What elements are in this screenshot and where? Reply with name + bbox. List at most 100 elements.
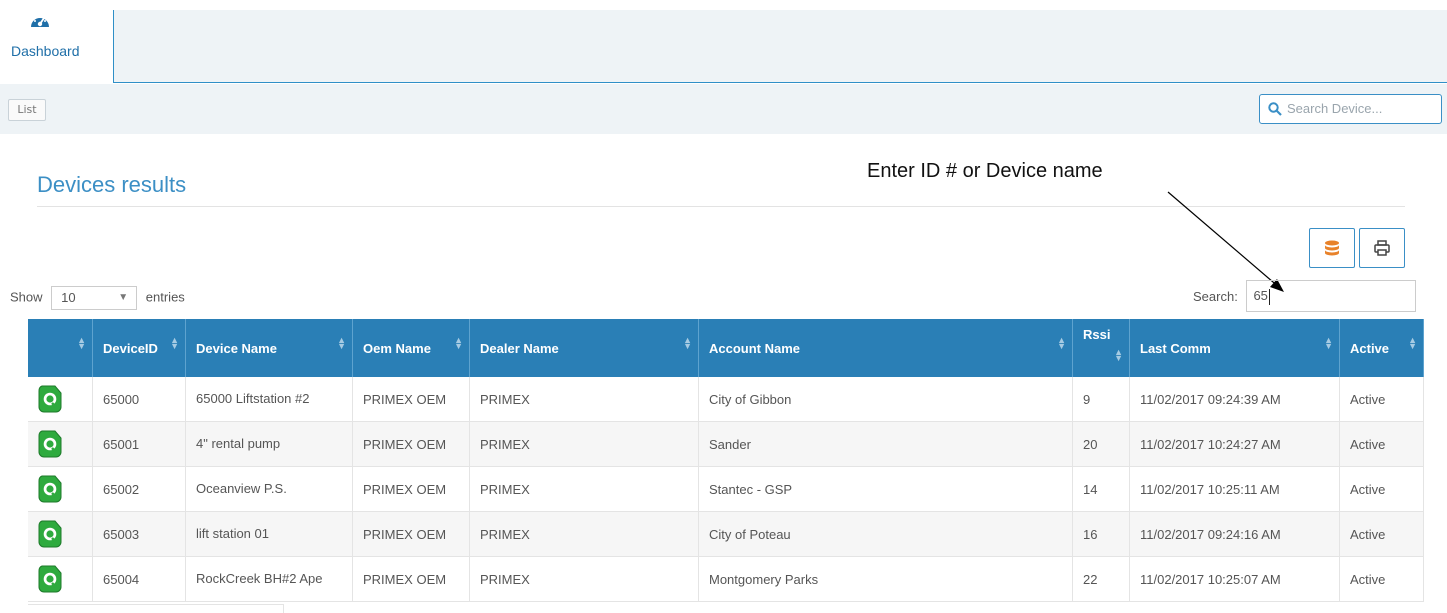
cell-device-id: 65002: [92, 466, 186, 512]
sub-toolbar: List: [0, 84, 1447, 134]
sort-icon: ▲ ▼: [170, 335, 179, 351]
cell-dealer-name: PRIMEX: [469, 466, 699, 512]
dashboard-label: Dashboard: [11, 43, 80, 59]
sort-icon: ▲ ▼: [1408, 335, 1417, 351]
print-button[interactable]: [1359, 228, 1405, 268]
cell-icon: [28, 511, 93, 557]
cell-account-name: Montgomery Parks: [698, 556, 1073, 602]
cell-oem-name: PRIMEX OEM: [352, 421, 470, 467]
cell-active: Active: [1339, 466, 1424, 512]
cell-active: Active: [1339, 511, 1424, 557]
cell-account-name: Stantec - GSP: [698, 466, 1073, 512]
cell-rssi: 22: [1072, 556, 1130, 602]
cell-last-comm: 11/02/2017 10:24:27 AM: [1129, 421, 1340, 467]
cell-device-name: Oceanview P.S.: [185, 466, 353, 512]
page-title: Devices results: [37, 172, 187, 197]
database-icon: [1325, 240, 1339, 256]
search-label: Search:: [1193, 288, 1238, 304]
cell-oem-name: PRIMEX OEM: [352, 466, 470, 512]
speedometer-icon: [31, 16, 49, 27]
cell-device-name: 65000 Liftstation #2: [185, 377, 353, 422]
cell-device-name: 4" rental pump: [185, 421, 353, 467]
col-header-deviceid[interactable]: DeviceID ▲ ▼: [92, 319, 186, 377]
device-status-icon: [38, 565, 62, 593]
search-device-placeholder: Search Device...: [1287, 101, 1383, 116]
cell-dealer-name: PRIMEX: [469, 377, 699, 422]
list-button[interactable]: List: [8, 99, 46, 121]
search-device-input[interactable]: Search Device...: [1259, 94, 1442, 124]
sort-icon: ▲ ▼: [77, 335, 86, 351]
cell-rssi: 9: [1072, 377, 1130, 422]
cell-rssi: 20: [1072, 421, 1130, 467]
col-header-oem-name[interactable]: Oem Name ▲ ▼: [352, 319, 470, 377]
sort-icon: ▲ ▼: [1114, 347, 1123, 363]
cell-icon: [28, 421, 93, 467]
cell-device-id: 65004: [92, 556, 186, 602]
cell-device-name: RockCreek BH#2 Ape: [185, 556, 353, 602]
cell-account-name: Sander: [698, 421, 1073, 467]
cell-icon: [28, 466, 93, 512]
entries-value: 10: [61, 290, 76, 305]
cell-device-id: 65001: [92, 421, 186, 467]
cell-last-comm: 11/02/2017 10:25:07 AM: [1129, 556, 1340, 602]
col-header-last-comm[interactable]: Last Comm ▲ ▼: [1129, 319, 1340, 377]
cell-device-id: 65000: [92, 377, 186, 422]
cell-active: Active: [1339, 377, 1424, 422]
device-status-icon: [38, 475, 62, 503]
table-row[interactable]: 65003 lift station 01 PRIMEX OEM PRIMEX City…: [28, 511, 1424, 557]
col-header-account-name[interactable]: Account Name ▲ ▼: [698, 319, 1073, 377]
annotation-text: Enter ID # or Device name: [867, 160, 1103, 182]
sort-icon: ▲ ▼: [683, 335, 692, 351]
top-nav: Dashboard: [0, 0, 1447, 83]
nav-strip: [113, 10, 1447, 83]
entries-select[interactable]: 10 ▼: [51, 286, 138, 310]
cell-device-id: 65003: [92, 511, 186, 557]
device-status-icon: [38, 520, 62, 548]
table-search-input[interactable]: 65: [1246, 280, 1417, 312]
cell-last-comm: 11/02/2017 09:24:16 AM: [1129, 511, 1340, 557]
table-search: Search: 65: [1193, 280, 1417, 312]
table-row[interactable]: 65001 4" rental pump PRIMEX OEM PRIMEX Sande…: [28, 421, 1424, 467]
device-status-icon: [38, 430, 62, 458]
col-header-icon[interactable]: ▲ ▼: [28, 319, 93, 377]
caret-down-icon: ▼: [118, 292, 129, 303]
sort-icon: ▲ ▼: [337, 335, 346, 351]
show-label: Show: [10, 289, 43, 305]
search-icon: [1268, 102, 1282, 116]
sort-icon: ▲ ▼: [454, 335, 463, 351]
table-row[interactable]: 65000 65000 Liftstation #2 PRIMEX OEM PRIME…: [28, 377, 1424, 422]
cell-dealer-name: PRIMEX: [469, 511, 699, 557]
table-row[interactable]: 65004 RockCreek BH#2 Ape PRIMEX OEM PRIMEX M…: [28, 556, 1424, 602]
cell-dealer-name: PRIMEX: [469, 556, 699, 602]
cell-active: Active: [1339, 556, 1424, 602]
cell-oem-name: PRIMEX OEM: [352, 511, 470, 557]
col-header-device-name[interactable]: Device Name ▲ ▼: [185, 319, 353, 377]
cell-icon: [28, 556, 93, 602]
cell-oem-name: PRIMEX OEM: [352, 377, 470, 422]
cell-active: Active: [1339, 421, 1424, 467]
sort-icon: ▲ ▼: [1057, 335, 1066, 351]
entries-control: Show 10 ▼ entries: [10, 286, 185, 310]
search-value: 65: [1253, 288, 1268, 303]
device-status-icon: [38, 385, 62, 413]
tab-dashboard[interactable]: Dashboard: [0, 0, 113, 83]
table-header-row: ▲ ▼ DeviceID ▲ ▼ Device Name ▲ ▼ Oem Name ▲ ▼ D…: [28, 319, 1424, 377]
entries-label: entries: [145, 289, 185, 305]
export-button[interactable]: [1309, 228, 1355, 268]
devices-table: ▲ ▼ DeviceID ▲ ▼ Device Name ▲ ▼ Oem Name ▲ ▼ D…: [28, 319, 1424, 602]
col-header-rssi[interactable]: Rssi ▲ ▼: [1072, 319, 1130, 377]
cell-oem-name: PRIMEX OEM: [352, 556, 470, 602]
cell-rssi: 16: [1072, 511, 1130, 557]
sort-icon: ▲ ▼: [1324, 335, 1333, 351]
cell-device-name: lift station 01: [185, 511, 353, 557]
cell-last-comm: 11/02/2017 09:24:39 AM: [1129, 377, 1340, 422]
col-header-active[interactable]: Active ▲ ▼: [1339, 319, 1424, 377]
cell-rssi: 14: [1072, 466, 1130, 512]
cell-account-name: City of Poteau: [698, 511, 1073, 557]
col-header-dealer-name[interactable]: Dealer Name ▲ ▼: [469, 319, 699, 377]
cell-icon: [28, 377, 93, 422]
cell-account-name: City of Gibbon: [698, 377, 1073, 422]
print-icon: [1374, 240, 1390, 256]
text-cursor: [1268, 288, 1270, 305]
table-row[interactable]: 65002 Oceanview P.S. PRIMEX OEM PRIMEX Stant…: [28, 466, 1424, 512]
